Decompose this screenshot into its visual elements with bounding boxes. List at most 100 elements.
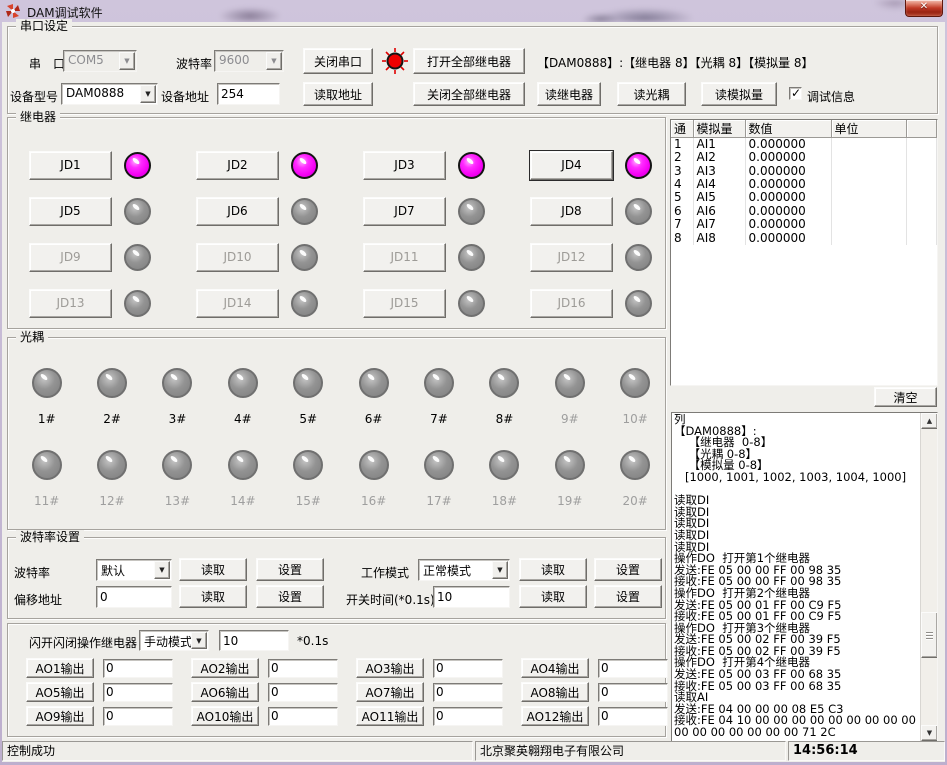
ao-input[interactable] bbox=[433, 707, 503, 726]
switch-time-read-button[interactable]: 读取 bbox=[519, 585, 587, 608]
analog-row[interactable]: 2AI20.000000 bbox=[671, 151, 937, 164]
relay-button-jd5[interactable]: JD5 bbox=[29, 197, 112, 226]
offset-input[interactable] bbox=[96, 586, 172, 608]
analog-column-header[interactable]: 数值 bbox=[745, 120, 831, 138]
ao-input[interactable] bbox=[103, 683, 173, 702]
scroll-down-icon[interactable] bbox=[921, 725, 938, 741]
analog-column-header[interactable]: 模拟量 bbox=[693, 120, 745, 138]
debug-info-checkbox[interactable] bbox=[789, 87, 802, 100]
close-button[interactable] bbox=[905, 0, 943, 17]
analog-row[interactable]: 5AI50.000000 bbox=[671, 191, 937, 204]
work-mode-read-button[interactable]: 读取 bbox=[519, 558, 587, 581]
switch-time-input[interactable] bbox=[433, 586, 510, 608]
ao-button-ao9[interactable]: AO9输出 bbox=[26, 706, 94, 726]
baud-set-button[interactable]: 设置 bbox=[256, 558, 324, 581]
close-serial-button[interactable]: 关闭串口 bbox=[303, 48, 373, 74]
client-area: 串口设定 串 口 COM5 波特率 9600 关闭串口 bbox=[2, 22, 945, 762]
relay-button-jd7[interactable]: JD7 bbox=[363, 197, 446, 226]
ao-button-ao4[interactable]: AO4输出 bbox=[521, 658, 589, 678]
switch-time-set-button[interactable]: 设置 bbox=[594, 585, 662, 608]
ao-button-ao10[interactable]: AO10输出 bbox=[191, 706, 259, 726]
ao-button-ao2[interactable]: AO2输出 bbox=[191, 658, 259, 678]
ao-cell: AO5输出 bbox=[26, 680, 191, 704]
ao-input[interactable] bbox=[433, 683, 503, 702]
ao-button-ao7[interactable]: AO7输出 bbox=[356, 682, 424, 702]
model-combobox[interactable]: DAM0888 bbox=[61, 83, 158, 105]
device-address-input[interactable] bbox=[217, 83, 280, 105]
opto-cell: 10# bbox=[620, 368, 650, 426]
close-all-relays-button[interactable]: 关闭全部继电器 bbox=[413, 82, 525, 106]
relay-button-jd15[interactable]: JD15 bbox=[363, 289, 446, 318]
analog-column-header[interactable] bbox=[906, 120, 937, 138]
analog-row[interactable]: 7AI70.000000 bbox=[671, 218, 937, 231]
relay-button-jd14[interactable]: JD14 bbox=[196, 289, 279, 318]
port-combobox[interactable]: COM5 bbox=[63, 50, 137, 72]
ao-button-ao8[interactable]: AO8输出 bbox=[521, 682, 589, 702]
ao-button-ao3[interactable]: AO3输出 bbox=[356, 658, 424, 678]
ao-button-ao11[interactable]: AO11输出 bbox=[356, 706, 424, 726]
flash-time-input[interactable] bbox=[219, 630, 289, 651]
work-mode-set-button[interactable]: 设置 bbox=[594, 558, 662, 581]
flash-mode-combobox[interactable]: 手动模式 bbox=[139, 630, 209, 651]
relay-button-jd6[interactable]: JD6 bbox=[196, 197, 279, 226]
baud-read-button[interactable]: 读取 bbox=[179, 558, 247, 581]
opto-led bbox=[489, 368, 519, 398]
ao-input[interactable] bbox=[598, 659, 668, 678]
ao-input[interactable] bbox=[433, 659, 503, 678]
relay-button-jd3[interactable]: JD3 bbox=[363, 151, 446, 180]
scroll-up-icon[interactable] bbox=[921, 413, 938, 429]
relay-button-jd2[interactable]: JD2 bbox=[196, 151, 279, 180]
ao-input[interactable] bbox=[598, 683, 668, 702]
open-all-relays-button[interactable]: 打开全部继电器 bbox=[413, 48, 525, 74]
ao-button-ao12[interactable]: AO12输出 bbox=[521, 706, 589, 726]
read-opto-button[interactable]: 读光耦 bbox=[617, 82, 686, 106]
relay-button-jd10[interactable]: JD10 bbox=[196, 243, 279, 272]
analog-column-header[interactable]: 通 bbox=[671, 120, 693, 138]
switch-time-label: 开关时间(*0.1s) bbox=[346, 591, 435, 608]
offset-read-button[interactable]: 读取 bbox=[179, 585, 247, 608]
analog-row[interactable]: 3AI30.000000 bbox=[671, 164, 937, 177]
log-scrollbar[interactable] bbox=[920, 413, 937, 741]
scrollbar-thumb[interactable] bbox=[921, 612, 938, 658]
relay-led bbox=[625, 290, 652, 317]
ao-cell: AO1输出 bbox=[26, 656, 191, 680]
ao-input[interactable] bbox=[103, 707, 173, 726]
titlebar[interactable]: DAM调试软件 bbox=[0, 0, 947, 22]
read-relay-button[interactable]: 读继电器 bbox=[537, 82, 601, 106]
ao-input[interactable] bbox=[103, 659, 173, 678]
relay-button-jd16[interactable]: JD16 bbox=[530, 289, 613, 318]
ao-input[interactable] bbox=[268, 683, 338, 702]
analog-row[interactable]: 4AI40.000000 bbox=[671, 178, 937, 191]
analog-row[interactable]: 6AI60.000000 bbox=[671, 205, 937, 218]
baud-combobox[interactable]: 9600 bbox=[214, 50, 284, 72]
ao-button-ao1[interactable]: AO1输出 bbox=[26, 658, 94, 678]
relay-button-jd9[interactable]: JD9 bbox=[29, 243, 112, 272]
log-box[interactable]: 列 【DAM0888】: 【继电器 0-8】 【光耦 0-8】 【模拟量 0-8… bbox=[671, 412, 938, 742]
analog-column-header[interactable]: 单位 bbox=[831, 120, 906, 138]
analog-cell bbox=[831, 164, 906, 177]
analog-cell: 0.000000 bbox=[745, 151, 831, 164]
opto-cell: 14# bbox=[228, 450, 258, 508]
relay-button-jd12[interactable]: JD12 bbox=[530, 243, 613, 272]
analog-cell bbox=[831, 138, 906, 152]
ao-input[interactable] bbox=[598, 707, 668, 726]
ao-button-ao5[interactable]: AO5输出 bbox=[26, 682, 94, 702]
clear-log-button[interactable]: 清空 bbox=[874, 387, 937, 407]
relay-cell: JD14 bbox=[196, 280, 363, 326]
opto-label: 2# bbox=[103, 412, 121, 426]
relay-button-jd8[interactable]: JD8 bbox=[530, 197, 613, 226]
analog-row[interactable]: 8AI80.000000 bbox=[671, 231, 937, 244]
relay-button-jd1[interactable]: JD1 bbox=[29, 151, 112, 180]
relay-button-jd11[interactable]: JD11 bbox=[363, 243, 446, 272]
relay-button-jd13[interactable]: JD13 bbox=[29, 289, 112, 318]
ao-button-ao6[interactable]: AO6输出 bbox=[191, 682, 259, 702]
read-analog-button[interactable]: 读模拟量 bbox=[701, 82, 777, 106]
read-address-button[interactable]: 读取地址 bbox=[303, 82, 373, 106]
ao-input[interactable] bbox=[268, 707, 338, 726]
work-mode-combobox[interactable]: 正常模式 bbox=[418, 559, 510, 581]
analog-row[interactable]: 1AI10.000000 bbox=[671, 138, 937, 152]
offset-set-button[interactable]: 设置 bbox=[256, 585, 324, 608]
relay-button-jd4[interactable]: JD4 bbox=[530, 151, 613, 180]
baud-set-combobox[interactable]: 默认 bbox=[96, 559, 172, 581]
ao-input[interactable] bbox=[268, 659, 338, 678]
